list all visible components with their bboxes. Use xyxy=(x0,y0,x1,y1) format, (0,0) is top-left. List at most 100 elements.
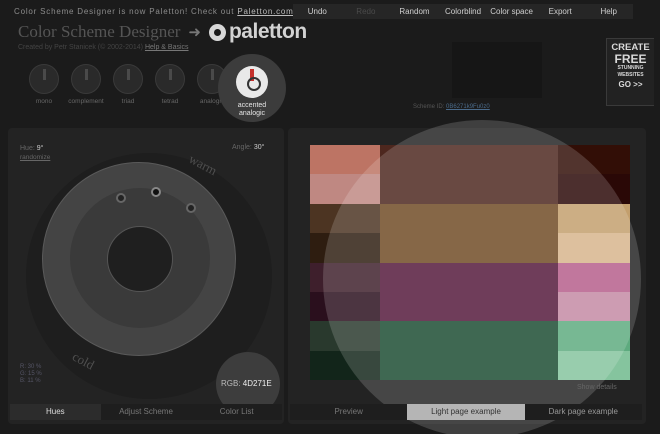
scheme-accented-analogic[interactable]: accented analogic xyxy=(218,54,286,122)
menu-colorblind[interactable]: Colorblind xyxy=(439,4,488,19)
scheme-tetrad[interactable]: tetrad xyxy=(150,64,190,105)
color-swatch[interactable] xyxy=(558,262,630,292)
rgb-value: 4D271E xyxy=(242,379,272,388)
color-swatch[interactable] xyxy=(310,291,380,322)
color-swatch[interactable] xyxy=(480,350,558,380)
rgb-g: G: 15 % xyxy=(20,371,42,377)
color-swatch[interactable] xyxy=(480,262,558,292)
tab-adjust-scheme[interactable]: Adjust Scheme xyxy=(100,404,192,420)
color-swatch[interactable] xyxy=(558,174,630,204)
show-details-link[interactable]: Show details xyxy=(577,384,617,391)
tab-hues[interactable]: Hues xyxy=(10,404,101,420)
brand-logo[interactable]: paletton xyxy=(208,20,307,44)
notice-text: Color Scheme Designer is now Paletton! C… xyxy=(14,7,235,16)
left-tabs: Hues Adjust Scheme Color List xyxy=(10,404,283,420)
color-swatch[interactable] xyxy=(380,321,480,351)
color-swatch[interactable] xyxy=(558,350,630,380)
tab-dark-page-example[interactable]: Dark page example xyxy=(524,404,642,420)
scheme-label: mono xyxy=(35,98,53,105)
swatch-row xyxy=(310,291,630,322)
color-swatch[interactable] xyxy=(310,174,380,204)
color-swatch[interactable] xyxy=(380,203,480,234)
active-scheme-line2: analogic xyxy=(238,110,266,117)
color-swatch[interactable] xyxy=(380,350,480,380)
brand-name: paletton xyxy=(228,20,307,43)
color-swatch[interactable] xyxy=(480,174,558,204)
color-swatch[interactable] xyxy=(310,350,380,380)
color-swatch[interactable] xyxy=(380,262,480,292)
rgb-readout: RGB: 4D271E xyxy=(221,379,272,388)
mono-scheme-icon xyxy=(29,64,59,94)
hue-readout: Hue: 9° xyxy=(20,145,43,152)
triad-scheme-icon xyxy=(113,64,143,94)
ad-line: STUNNING xyxy=(617,65,644,71)
color-swatch[interactable] xyxy=(310,321,380,351)
tetrad-scheme-icon xyxy=(155,64,185,94)
color-swatch[interactable] xyxy=(480,145,558,175)
rgb-label: RGB: xyxy=(221,379,241,388)
randomize-link[interactable]: randomize xyxy=(20,154,50,161)
scheme-label: triad xyxy=(121,98,135,105)
color-swatch[interactable] xyxy=(380,145,480,175)
color-swatch[interactable] xyxy=(558,145,630,175)
wheel-center xyxy=(107,226,173,292)
angle-label: Angle: xyxy=(232,144,252,151)
swatch-row xyxy=(310,262,630,292)
scheme-mono[interactable]: mono xyxy=(24,64,64,105)
menu-color-space[interactable]: Color space xyxy=(487,4,536,19)
hue-value: 9° xyxy=(36,145,44,152)
scheme-complement[interactable]: complement xyxy=(66,64,106,105)
rgb-r: R: 30 % xyxy=(20,364,42,370)
scheme-id: Scheme ID: 0B6271k9Fu0z0 xyxy=(413,104,490,110)
subline: Created by Petr Stanicek (© 2002-2014) H… xyxy=(18,44,189,51)
color-swatch[interactable] xyxy=(480,233,558,263)
color-swatch-grid xyxy=(310,145,630,380)
ad-line: WEBSITES xyxy=(617,72,644,78)
active-scheme-line1: accented xyxy=(237,102,267,109)
color-swatch[interactable] xyxy=(310,203,380,234)
menu-help[interactable]: Help xyxy=(584,4,633,19)
swatch-row xyxy=(310,174,630,204)
ad-line: FREE xyxy=(614,52,647,66)
angle-value: 30° xyxy=(253,144,265,151)
menu-undo[interactable]: Undo xyxy=(293,4,342,19)
color-swatch[interactable] xyxy=(380,291,480,322)
title-row: Color Scheme Designer ➜ paletton xyxy=(18,20,307,44)
color-swatch[interactable] xyxy=(480,203,558,234)
primary-hue-handle[interactable] xyxy=(151,187,161,197)
hue-label: Hue: xyxy=(20,145,35,152)
menu-redo: Redo xyxy=(356,7,376,16)
color-swatch[interactable] xyxy=(380,233,480,263)
color-swatch[interactable] xyxy=(558,233,630,263)
swatch-row xyxy=(310,321,630,351)
color-swatch[interactable] xyxy=(558,321,630,351)
swatch-row xyxy=(310,350,630,380)
arrow-icon: ➜ xyxy=(188,24,201,41)
scheme-triad[interactable]: triad xyxy=(108,64,148,105)
help-basics-link[interactable]: Help & Basics xyxy=(145,44,189,51)
color-swatch[interactable] xyxy=(310,233,380,263)
color-swatch[interactable] xyxy=(480,291,558,322)
color-swatch[interactable] xyxy=(558,291,630,322)
tertiary-hue-handle[interactable] xyxy=(186,203,196,213)
color-swatch[interactable] xyxy=(480,321,558,351)
paletton-link[interactable]: Paletton.com xyxy=(237,7,293,16)
menu-export[interactable]: Export xyxy=(536,4,585,19)
color-swatch[interactable] xyxy=(310,145,380,175)
active-scheme-label: accented analogic xyxy=(218,102,286,118)
preview-tabs: Preview Light page example Dark page exa… xyxy=(290,404,642,420)
tab-preview[interactable]: Preview xyxy=(290,404,408,420)
ad-banner[interactable]: CREATE FREE STUNNING WEBSITES GO >> xyxy=(606,38,654,106)
color-swatch[interactable] xyxy=(310,262,380,292)
color-swatch[interactable] xyxy=(558,203,630,234)
menu-random[interactable]: Random xyxy=(390,4,439,19)
color-swatch[interactable] xyxy=(380,174,480,204)
accented-analogic-icon xyxy=(236,66,268,98)
secondary-hue-handle[interactable] xyxy=(116,193,126,203)
tab-color-list[interactable]: Color List xyxy=(191,404,283,420)
tab-light-page-example[interactable]: Light page example xyxy=(407,404,525,420)
old-title: Color Scheme Designer xyxy=(18,22,181,41)
swatch-row xyxy=(310,203,630,234)
scheme-id-link[interactable]: 0B6271k9Fu0z0 xyxy=(446,104,490,110)
rgb-b: B: 11 % xyxy=(20,378,41,384)
